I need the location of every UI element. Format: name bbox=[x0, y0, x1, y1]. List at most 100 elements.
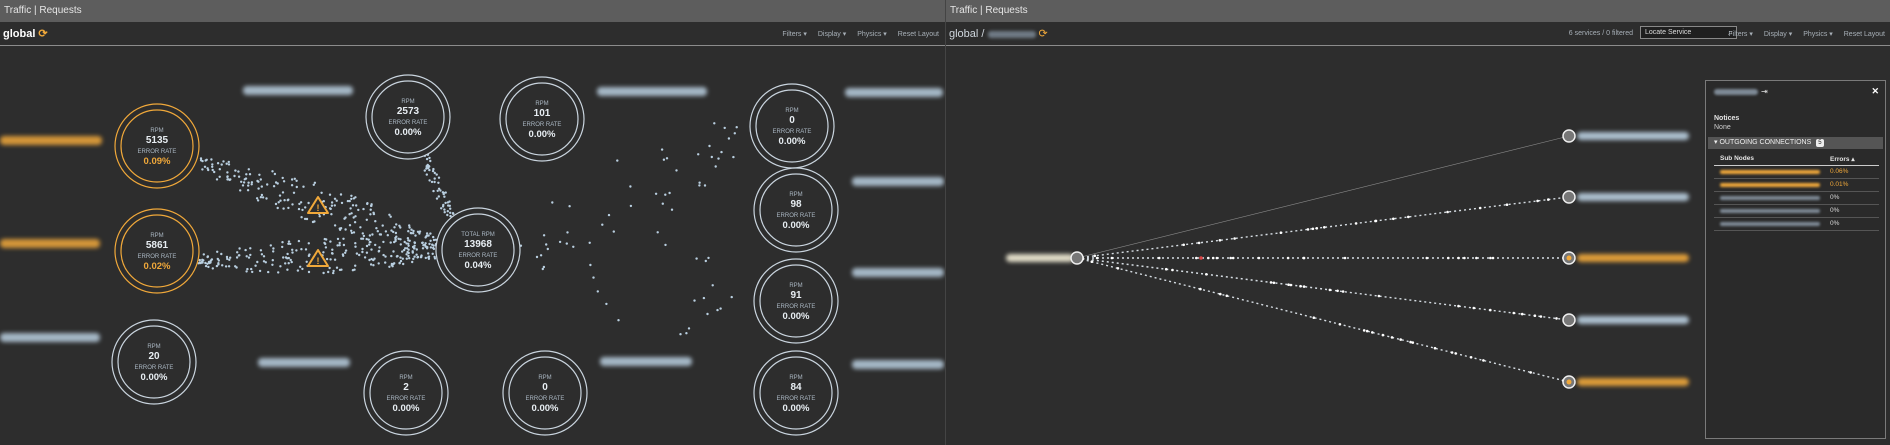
table-row[interactable]: 0.01% bbox=[1714, 179, 1879, 192]
window-title-bar: Traffic | Requests bbox=[0, 0, 945, 22]
target-service-node[interactable] bbox=[1562, 313, 1576, 327]
context-title[interactable]: global ⟳ bbox=[3, 27, 48, 40]
traffic-particle bbox=[283, 199, 286, 202]
node-rpm-label: RPM bbox=[785, 108, 798, 114]
traffic-particle bbox=[201, 168, 204, 171]
traffic-particle bbox=[206, 167, 209, 170]
refresh-icon[interactable]: ⟳ bbox=[38, 27, 47, 40]
source-service-node[interactable] bbox=[1070, 251, 1084, 265]
traffic-particle bbox=[402, 262, 405, 266]
traffic-particle bbox=[588, 241, 591, 244]
display-menu[interactable]: Display ▾ bbox=[818, 31, 846, 38]
col-subnodes[interactable]: Sub Nodes bbox=[1720, 155, 1754, 162]
service-node[interactable]: RPM5861 ERROR RATE0.02% bbox=[114, 208, 200, 294]
table-row[interactable]: 0.06% bbox=[1714, 166, 1879, 179]
traffic-particle bbox=[247, 168, 250, 171]
traffic-particle bbox=[328, 266, 331, 270]
node-error-value: 0.00% bbox=[532, 403, 559, 414]
service-name-label[interactable] bbox=[243, 86, 353, 95]
service-name-label[interactable] bbox=[852, 268, 944, 277]
traffic-particle bbox=[419, 256, 423, 259]
physics-menu[interactable]: Physics ▾ bbox=[1803, 31, 1833, 38]
display-menu[interactable]: Display ▾ bbox=[1764, 31, 1792, 38]
traffic-particle bbox=[698, 184, 701, 187]
connection-line[interactable] bbox=[1076, 196, 1570, 259]
traffic-particle bbox=[1547, 198, 1550, 201]
table-row[interactable]: 0% bbox=[1714, 205, 1879, 218]
open-service-icon[interactable]: ⇥ bbox=[1761, 87, 1768, 96]
traffic-graph[interactable]: RPM5135ERROR RATE0.09% RPM5861ERROR RATE0… bbox=[0, 46, 945, 445]
col-errors[interactable]: Errors ▴ bbox=[1830, 155, 1855, 163]
traffic-particle bbox=[1454, 352, 1457, 355]
traffic-particle bbox=[348, 224, 352, 227]
target-service-label[interactable] bbox=[1577, 316, 1689, 324]
warning-icon[interactable]: ! bbox=[307, 249, 329, 267]
service-node[interactable]: TOTAL RPM13968 ERROR RATE0.04% bbox=[435, 207, 521, 293]
target-service-label[interactable] bbox=[1577, 378, 1689, 386]
traffic-particle bbox=[414, 234, 417, 237]
service-name-label[interactable] bbox=[852, 177, 944, 186]
service-name-label[interactable] bbox=[0, 333, 100, 342]
traffic-particle bbox=[612, 230, 615, 233]
filters-menu[interactable]: Filters ▾ bbox=[782, 31, 807, 38]
service-node[interactable]: RPM0 ERROR RATE0.00% bbox=[749, 83, 835, 169]
traffic-particle bbox=[429, 232, 432, 235]
service-name-label[interactable] bbox=[845, 88, 943, 97]
connection-line[interactable] bbox=[1076, 257, 1570, 321]
service-name-label[interactable] bbox=[0, 239, 100, 248]
service-node[interactable]: RPM84 ERROR RATE0.00% bbox=[753, 350, 839, 436]
connection-line[interactable] bbox=[1076, 135, 1570, 259]
traffic-particle bbox=[425, 235, 428, 238]
service-node[interactable]: RPM20 ERROR RATE0.00% bbox=[111, 319, 197, 405]
traffic-particle bbox=[367, 238, 370, 241]
traffic-particle bbox=[370, 257, 373, 261]
traffic-particle bbox=[290, 260, 293, 264]
traffic-particle bbox=[260, 193, 264, 197]
service-node[interactable]: RPM91 ERROR RATE0.00% bbox=[753, 258, 839, 344]
service-node[interactable]: RPM101 ERROR RATE0.00% bbox=[499, 76, 585, 162]
target-service-label[interactable] bbox=[1577, 254, 1689, 262]
traffic-particle bbox=[436, 189, 439, 192]
target-service-node[interactable] bbox=[1562, 190, 1576, 204]
service-name-label[interactable] bbox=[852, 360, 944, 369]
source-service-label[interactable] bbox=[1006, 254, 1074, 262]
physics-menu[interactable]: Physics ▾ bbox=[857, 31, 887, 38]
context-title[interactable]: global / ⟳ bbox=[949, 27, 1048, 40]
reset-layout-button[interactable]: Reset Layout bbox=[1844, 31, 1885, 38]
service-name-label[interactable] bbox=[600, 357, 692, 366]
service-name-blurred bbox=[987, 30, 1036, 38]
service-node[interactable]: RPM2 ERROR RATE0.00% bbox=[363, 350, 449, 436]
service-name-label[interactable] bbox=[597, 87, 707, 96]
service-node[interactable]: RPM0 ERROR RATE0.00% bbox=[502, 350, 588, 436]
filters-menu[interactable]: Filters ▾ bbox=[1728, 31, 1753, 38]
traffic-particle bbox=[290, 184, 294, 187]
service-node[interactable]: RPM5135 ERROR RATE0.09% bbox=[114, 103, 200, 189]
service-node[interactable]: RPM2573 ERROR RATE0.00% bbox=[365, 74, 451, 160]
traffic-particle bbox=[429, 246, 433, 249]
traffic-particle bbox=[281, 245, 284, 249]
traffic-particle bbox=[272, 247, 275, 250]
connection-line[interactable] bbox=[1076, 257, 1570, 383]
refresh-icon[interactable]: ⟳ bbox=[1039, 27, 1048, 40]
traffic-particle bbox=[211, 267, 214, 270]
reset-layout-button[interactable]: Reset Layout bbox=[898, 31, 939, 38]
close-icon[interactable]: ✕ bbox=[1871, 86, 1879, 97]
table-row[interactable]: 0% bbox=[1714, 192, 1879, 205]
traffic-particle bbox=[444, 201, 447, 205]
service-name-label[interactable] bbox=[258, 358, 350, 367]
table-row[interactable]: 0% bbox=[1714, 218, 1879, 231]
node-rpm-value: 91 bbox=[790, 290, 802, 301]
warning-icon[interactable]: ! bbox=[307, 196, 329, 214]
target-service-node[interactable] bbox=[1562, 129, 1576, 143]
outgoing-connections-label: OUTGOING CONNECTIONS bbox=[1719, 139, 1812, 146]
node-rpm-value: 13968 bbox=[464, 239, 492, 250]
service-node[interactable]: RPM98 ERROR RATE0.00% bbox=[753, 167, 839, 253]
traffic-particle bbox=[390, 263, 393, 267]
traffic-particle bbox=[398, 261, 401, 265]
traffic-particle bbox=[421, 247, 425, 250]
service-name-label[interactable] bbox=[0, 136, 102, 145]
target-service-label[interactable] bbox=[1577, 132, 1689, 140]
target-service-label[interactable] bbox=[1577, 193, 1689, 201]
traffic-particle bbox=[300, 248, 303, 251]
outgoing-connections-header[interactable]: ▾ OUTGOING CONNECTIONS 5 bbox=[1708, 137, 1883, 149]
